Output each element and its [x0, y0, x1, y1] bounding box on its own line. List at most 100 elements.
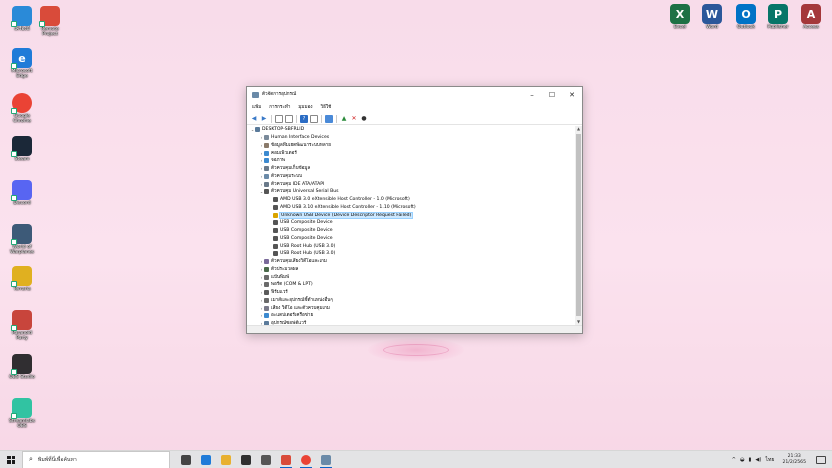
tree-category[interactable]: › คอมเพิวเตอร์	[248, 149, 574, 157]
tree-category[interactable]: › อะแดปเตอร์เครือข่าย	[248, 312, 574, 320]
tree-device[interactable]: AMD USB 3.0 eXtensible Host Controller -…	[248, 196, 574, 204]
tree-category[interactable]: › ตัวควบคุมระบบ	[248, 173, 574, 181]
device-icon	[273, 204, 278, 210]
close-button[interactable]: ✕	[562, 87, 582, 102]
desktop-shortcut-label: Access	[803, 25, 819, 30]
start-button[interactable]	[0, 451, 22, 468]
tree-category[interactable]: › จอภาพ	[248, 157, 574, 165]
tree-device[interactable]: USB Composite Device	[248, 219, 574, 227]
desktop-shortcut[interactable]: Terraria	[6, 266, 38, 292]
uninstall-icon[interactable]: ✕	[350, 115, 358, 123]
tray-chevron-icon[interactable]: ^	[732, 457, 736, 463]
properties-icon[interactable]	[285, 114, 293, 123]
desktop-shortcut[interactable]: World of Warplanes	[6, 224, 38, 256]
task-view-icon[interactable]	[176, 451, 196, 468]
tree-category[interactable]: › เมาส์และอุปกรณ์ชี้ตำแหน่งอื่นๆ	[248, 297, 574, 305]
file-explorer-icon[interactable]	[216, 451, 236, 468]
vertical-scrollbar[interactable]: ▲ ▼	[575, 126, 582, 325]
update-driver-icon[interactable]: ▲	[340, 115, 348, 123]
status-bar	[247, 325, 582, 333]
tree-item-label: แป้นพิมพ์	[271, 274, 290, 280]
desktop-shortcut[interactable]: A Access	[795, 4, 827, 30]
tree-category[interactable]: › แป้นพิมพ์	[248, 273, 574, 281]
tree-device[interactable]: USB Composite Device	[248, 227, 574, 235]
store-glyph	[241, 454, 251, 465]
chrome-taskbar-icon[interactable]	[296, 451, 316, 468]
tree-category[interactable]: › ข้อมูลทีมเฮดพัฒนาระบบหลาย	[248, 142, 574, 150]
scroll-thumb[interactable]	[576, 134, 581, 316]
scan-hardware-icon[interactable]	[325, 114, 333, 123]
desktop-shortcut[interactable]: O Outlook	[730, 4, 762, 30]
desktop-shortcut[interactable]: Discord	[6, 180, 38, 206]
details-icon[interactable]	[310, 114, 318, 123]
tree-root[interactable]: ⌄ DESKTOP-SBFRLID	[248, 126, 574, 134]
desktop-shortcut[interactable]: Streamlabs OBS	[6, 398, 38, 430]
menu-action[interactable]: การกระทำ	[269, 104, 290, 111]
tree-item-label: ตัวควบคุมเสียงวิดีโอและเกม	[271, 259, 327, 265]
clock[interactable]: 21:33 21/2/2565	[782, 454, 806, 466]
title-bar[interactable]: ตัวจัดการอุปกรณ์ – ☐ ✕	[247, 87, 582, 102]
device-icon	[273, 243, 278, 249]
desktop-shortcut[interactable]: e Microsoft Edge	[6, 48, 38, 80]
tree-device[interactable]: USB Root Hub (USB 3.0)	[248, 242, 574, 250]
desktop-shortcut[interactable]: OBS Studio	[6, 354, 38, 380]
shortcut-arrow-icon	[39, 21, 45, 27]
tree-category[interactable]: › ตัวประมวลผล	[248, 266, 574, 274]
desktop-shortcut-label: Terraria	[13, 287, 31, 292]
store-icon[interactable]	[236, 451, 256, 468]
desktop-shortcut[interactable]: Steam	[6, 136, 38, 162]
windows-logo-icon	[7, 455, 15, 464]
desktop-shortcut[interactable]: X Excel	[664, 4, 696, 30]
desktop-shortcut[interactable]: P Publisher	[762, 4, 794, 30]
notification-center-icon[interactable]	[816, 456, 826, 464]
tray-language[interactable]: ไทย	[765, 456, 774, 464]
tree-category[interactable]: › ตัวควบคุม IDE ATA/ATAPI	[248, 180, 574, 188]
excel-icon: X	[670, 4, 690, 24]
help-icon[interactable]: ?	[300, 114, 308, 123]
network-icon[interactable]: ◒	[740, 457, 745, 463]
tree-category[interactable]: ⌄ ตัวควบคุม Universal Serial Bus	[248, 188, 574, 196]
search-icon: ⌕	[29, 455, 33, 463]
tree-device[interactable]: AMD USB 3.10 eXtensible Host Controller …	[248, 204, 574, 212]
forward-icon[interactable]: ▶	[260, 115, 268, 123]
show-hide-tree-icon[interactable]	[275, 114, 283, 123]
desktop-shortcut[interactable]: W Word	[696, 4, 728, 30]
edge-taskbar-glyph	[201, 454, 211, 465]
device-icon	[273, 235, 278, 241]
minimize-button[interactable]: –	[522, 87, 542, 102]
desktop-shortcut-label: Remote Project	[41, 27, 59, 38]
tree-category[interactable]: › เสียง วิดีโอ และตัวควบคุมเกม	[248, 304, 574, 312]
device-manager-taskbar-icon[interactable]	[316, 451, 336, 468]
tree-category[interactable]: › ฟิร์มแวร์	[248, 289, 574, 297]
tree-device[interactable]: USB Root Hub (USB 3.0)	[248, 250, 574, 258]
toolbar-separator	[296, 114, 297, 123]
remote-project-icon	[39, 6, 60, 27]
tree-item-label: USB Root Hub (USB 3.0)	[280, 243, 336, 249]
desktop-shortcut[interactable]: Remote Project	[34, 6, 66, 38]
back-icon[interactable]: ◀	[250, 115, 258, 123]
maximize-button[interactable]: ☐	[542, 87, 562, 102]
tree-category[interactable]: › ตัวควบคุมเก็บข้อมูล	[248, 165, 574, 173]
device-manager-window[interactable]: ตัวจัดการอุปกรณ์ – ☐ ✕ แฟ้ม การกระทำ มุม…	[246, 86, 583, 334]
tree-device[interactable]: USB Composite Device	[248, 235, 574, 243]
remote-taskbar-icon[interactable]	[276, 451, 296, 468]
tree-item-label: ตัวประมวลผล	[271, 266, 299, 272]
desktop-shortcut[interactable]: Google Chrome	[6, 93, 38, 125]
tree-device[interactable]: Unknown USB Device (Device Descriptor Re…	[248, 211, 574, 219]
menu-view[interactable]: มุมมอง	[298, 104, 312, 111]
battery-icon[interactable]: ▮	[748, 457, 751, 463]
volume-icon[interactable]: ◀)	[755, 457, 761, 463]
device-tree[interactable]: ⌄ DESKTOP-SBFRLID › Human Interface Devices…	[248, 126, 574, 325]
menu-file[interactable]: แฟ้ม	[252, 104, 261, 111]
edge-taskbar-icon[interactable]	[196, 451, 216, 468]
scroll-up-icon[interactable]: ▲	[575, 126, 582, 132]
tree-category[interactable]: › พอร์ต (COM & LPT)	[248, 281, 574, 289]
device-icon	[273, 228, 278, 234]
taskbar-search[interactable]: ⌕ พิมพ์ที่นี่เพื่อค้นหา	[22, 450, 170, 468]
tree-category[interactable]: › ตัวควบคุมเสียงวิดีโอและเกม	[248, 258, 574, 266]
tree-category[interactable]: › Human Interface Devices	[248, 134, 574, 142]
enable-device-icon[interactable]: ●	[360, 115, 368, 123]
mail-icon[interactable]	[256, 451, 276, 468]
menu-help[interactable]: วิธีใช้	[321, 104, 332, 111]
desktop-shortcut[interactable]: Paranoid Party	[6, 310, 38, 342]
